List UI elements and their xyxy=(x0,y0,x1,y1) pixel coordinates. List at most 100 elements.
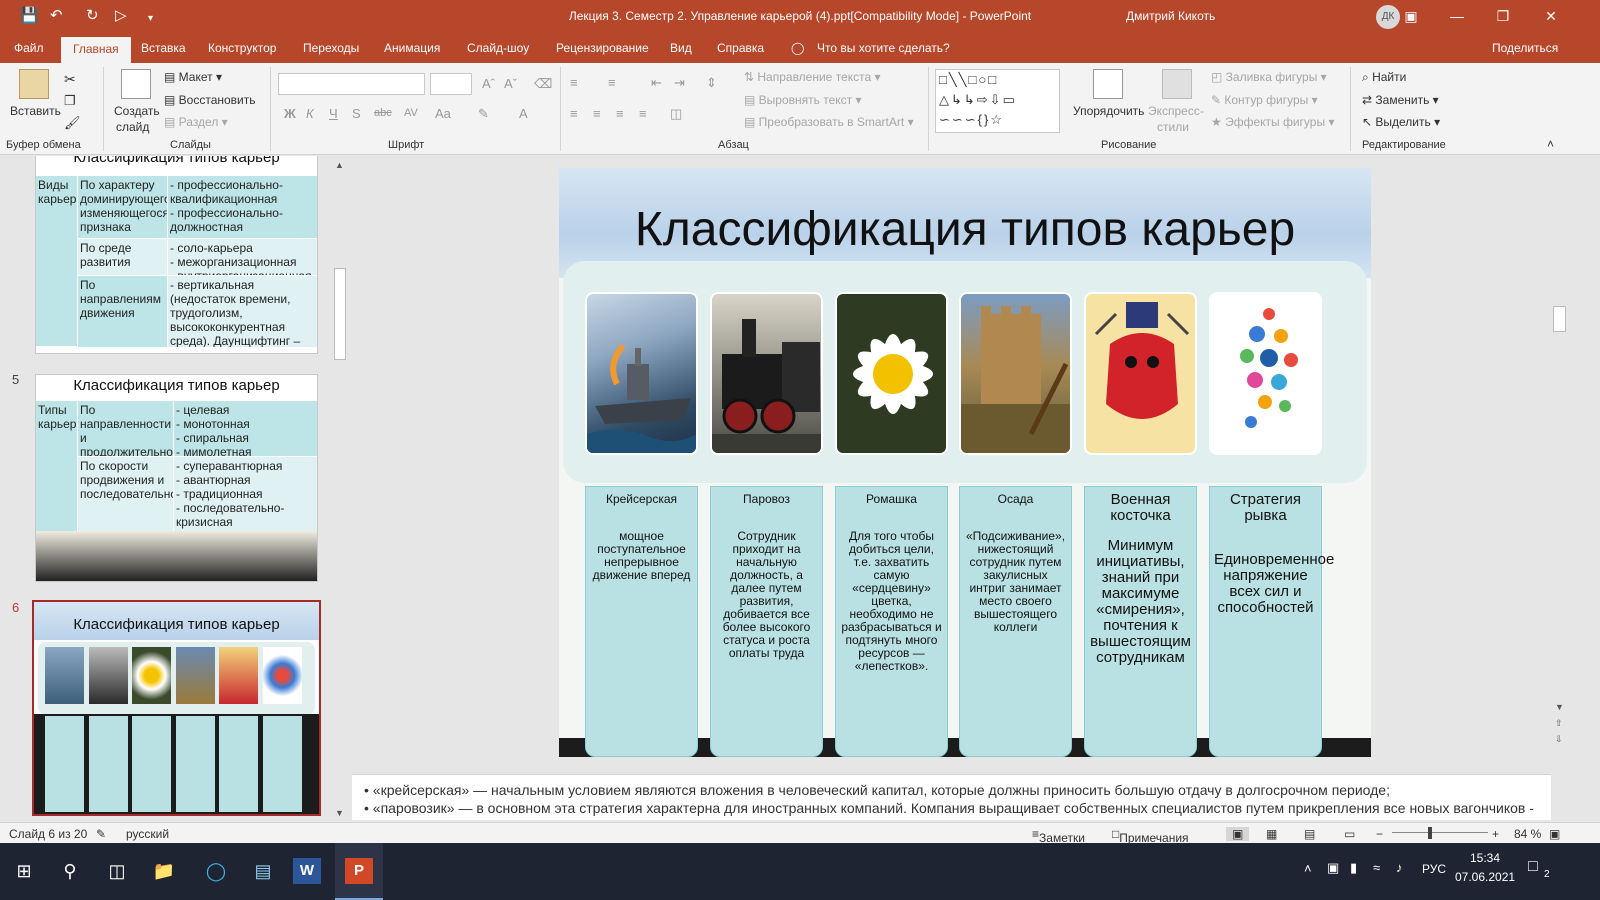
volume-icon[interactable]: ♪ xyxy=(1396,860,1403,875)
tab-view[interactable]: Вид xyxy=(670,41,692,55)
find-button[interactable]: ⌕ Найти xyxy=(1362,70,1406,85)
bold-icon[interactable]: Ж xyxy=(284,106,296,121)
zoom-out-icon[interactable]: − xyxy=(1376,827,1383,841)
slide-canvas[interactable]: Классификация типов карьер Крейсерская м… xyxy=(559,168,1371,757)
career-card-cruiser[interactable]: Крейсерская мощное поступательное непрер… xyxy=(585,486,698,757)
clear-formatting-icon[interactable]: ⌫ xyxy=(534,76,552,92)
task-view-icon[interactable]: ◫ xyxy=(99,855,135,887)
tab-slideshow[interactable]: Слайд-шоу xyxy=(467,41,529,55)
text-direction-button[interactable]: ⇅ Направление текста ▾ xyxy=(744,70,881,84)
user-name[interactable]: Дмитрий Кикоть xyxy=(1126,9,1215,23)
new-slide-button[interactable]: Создать xyxy=(114,104,160,118)
language-indicator[interactable]: русский xyxy=(126,827,169,841)
arrange-icon[interactable] xyxy=(1093,69,1123,99)
line-spacing-icon[interactable]: ⇕ xyxy=(706,75,717,91)
align-text-button[interactable]: ▤ Выровнять текст ▾ xyxy=(744,93,862,107)
scroll-up-icon[interactable]: ▲ xyxy=(335,160,344,170)
ribbon-display-options-icon[interactable]: ▣ xyxy=(1388,0,1434,33)
char-spacing-icon[interactable]: AV xyxy=(404,107,418,119)
tell-me-search[interactable]: Что вы хотите сделать? xyxy=(817,41,950,55)
cruiser-picture[interactable] xyxy=(585,292,698,455)
quick-styles-button-line2[interactable]: стили xyxy=(1157,120,1189,134)
tab-file[interactable]: Файл xyxy=(14,41,44,55)
shadow-icon[interactable]: S xyxy=(352,106,361,121)
tray-chevron-icon[interactable]: ˄ xyxy=(1304,861,1312,876)
thumbnails-scroll-thumb[interactable] xyxy=(334,268,346,360)
layout-button[interactable]: ▤ Макет ▾ xyxy=(164,70,222,84)
underline-icon[interactable]: Ч xyxy=(329,106,338,121)
notifications-icon[interactable]: □ xyxy=(1528,858,1538,876)
paste-icon[interactable] xyxy=(19,69,49,99)
normal-view-icon[interactable]: ▣ xyxy=(1226,827,1250,841)
highlight-icon[interactable]: ✎ xyxy=(478,106,489,122)
fit-to-window-icon[interactable]: ▣ xyxy=(1549,827,1560,841)
edge-browser-icon[interactable]: ◯ xyxy=(198,855,234,887)
shapes-gallery[interactable]: □╲╲□○□ △↳↳⇨⇩▭ ∽∽∽{}☆ xyxy=(935,69,1060,133)
windows-start-icon[interactable]: ⊞ xyxy=(6,855,42,887)
quick-styles-button[interactable]: Экспресс- xyxy=(1148,104,1204,118)
justify-icon[interactable]: ≡ xyxy=(639,106,647,121)
decrease-font-icon[interactable]: Aˇ xyxy=(504,76,517,91)
decrease-indent-icon[interactable]: ⇤ xyxy=(651,75,662,91)
replace-button[interactable]: ⇄ Заменить ▾ xyxy=(1362,93,1439,107)
tab-review[interactable]: Рецензирование xyxy=(556,41,649,55)
change-case-icon[interactable]: Aa xyxy=(435,106,451,121)
thumbnail-slide-4[interactable]: Классификация типов карьер Виды карьеры … xyxy=(35,156,318,354)
app-icon[interactable]: ▤ xyxy=(245,855,281,887)
share-button[interactable]: Поделиться xyxy=(1492,41,1558,55)
zoom-in-icon[interactable]: + xyxy=(1492,827,1499,841)
clock-date[interactable]: 07.06.2021 xyxy=(1455,870,1515,884)
section-button[interactable]: ▤ Раздел ▾ xyxy=(164,115,228,129)
zoom-slider-thumb[interactable] xyxy=(1428,827,1432,839)
prev-slide-icon[interactable]: ⇧ xyxy=(1555,718,1563,729)
tab-animations[interactable]: Анимация xyxy=(384,41,440,55)
comments-toggle[interactable]: □ Примечания xyxy=(1112,827,1189,845)
new-slide-button-line2[interactable]: слайд xyxy=(116,120,149,134)
social-picture[interactable] xyxy=(1209,292,1322,455)
arrange-button[interactable]: Упорядочить xyxy=(1073,104,1144,118)
powerpoint-icon[interactable]: P xyxy=(345,858,373,884)
columns-icon[interactable]: ◫ xyxy=(670,106,682,122)
meet-now-icon[interactable]: ▣ xyxy=(1327,860,1339,876)
locomotive-picture[interactable] xyxy=(710,292,823,455)
tab-home[interactable]: Главная xyxy=(61,37,131,63)
font-name-combobox[interactable] xyxy=(278,73,425,95)
notes-scrollbar[interactable] xyxy=(1551,774,1568,820)
tab-insert[interactable]: Вставка xyxy=(141,41,186,55)
collapse-ribbon-icon[interactable]: ˄ xyxy=(1547,137,1554,151)
daisy-picture[interactable] xyxy=(835,292,948,455)
format-painter-icon[interactable]: 🖌 xyxy=(64,115,81,131)
minimize-button[interactable]: — xyxy=(1434,0,1480,33)
font-size-combobox[interactable] xyxy=(430,73,472,95)
zoom-slider[interactable] xyxy=(1392,832,1488,833)
align-center-icon[interactable]: ≡ xyxy=(593,106,601,121)
tab-design[interactable]: Конструктор xyxy=(208,41,276,55)
shape-outline-button[interactable]: ✎ Контур фигуры ▾ xyxy=(1211,93,1318,107)
italic-icon[interactable]: К xyxy=(306,106,314,121)
shape-effects-button[interactable]: ★ Эффекты фигуры ▾ xyxy=(1211,115,1334,129)
accessibility-icon[interactable]: ✎ xyxy=(96,827,106,841)
tab-help[interactable]: Справка xyxy=(717,41,764,55)
editor-scrollbar[interactable]: ▼ ⇧ ⇩ xyxy=(1551,156,1568,766)
increase-indent-icon[interactable]: ⇥ xyxy=(674,75,685,91)
shape-fill-button[interactable]: ◰ Заливка фигуры ▾ xyxy=(1211,70,1327,84)
bullets-icon[interactable]: ≡ xyxy=(570,75,578,90)
copy-icon[interactable]: ❐ xyxy=(64,93,76,109)
restore-button[interactable]: ❐ xyxy=(1480,0,1526,33)
career-card-military[interactable]: Военная косточка Минимум инициативы, зна… xyxy=(1084,486,1197,757)
align-right-icon[interactable]: ≡ xyxy=(616,106,624,121)
font-color-icon[interactable]: A xyxy=(519,106,528,121)
file-explorer-icon[interactable]: 📁 xyxy=(146,855,182,887)
thumbnail-slide-5[interactable]: Классификация типов карьер Типы карьеры … xyxy=(35,374,318,582)
notes-toggle[interactable]: ≡ Заметки xyxy=(1032,827,1085,845)
cut-icon[interactable]: ✂ xyxy=(64,71,76,88)
clock-time[interactable]: 15:34 xyxy=(1470,851,1500,865)
slide-sorter-icon[interactable]: ▦ xyxy=(1266,827,1277,841)
reading-view-icon[interactable]: ▤ xyxy=(1304,827,1315,841)
battery-icon[interactable]: ▮ xyxy=(1350,860,1357,876)
career-card-locomotive[interactable]: Паровоз Сотрудник приходит на начальную … xyxy=(710,486,823,757)
scroll-down-icon[interactable]: ▼ xyxy=(1555,702,1564,712)
next-slide-icon[interactable]: ⇩ xyxy=(1555,734,1563,745)
reset-button[interactable]: ▤ Восстановить xyxy=(164,93,256,107)
new-slide-icon[interactable] xyxy=(121,69,151,99)
